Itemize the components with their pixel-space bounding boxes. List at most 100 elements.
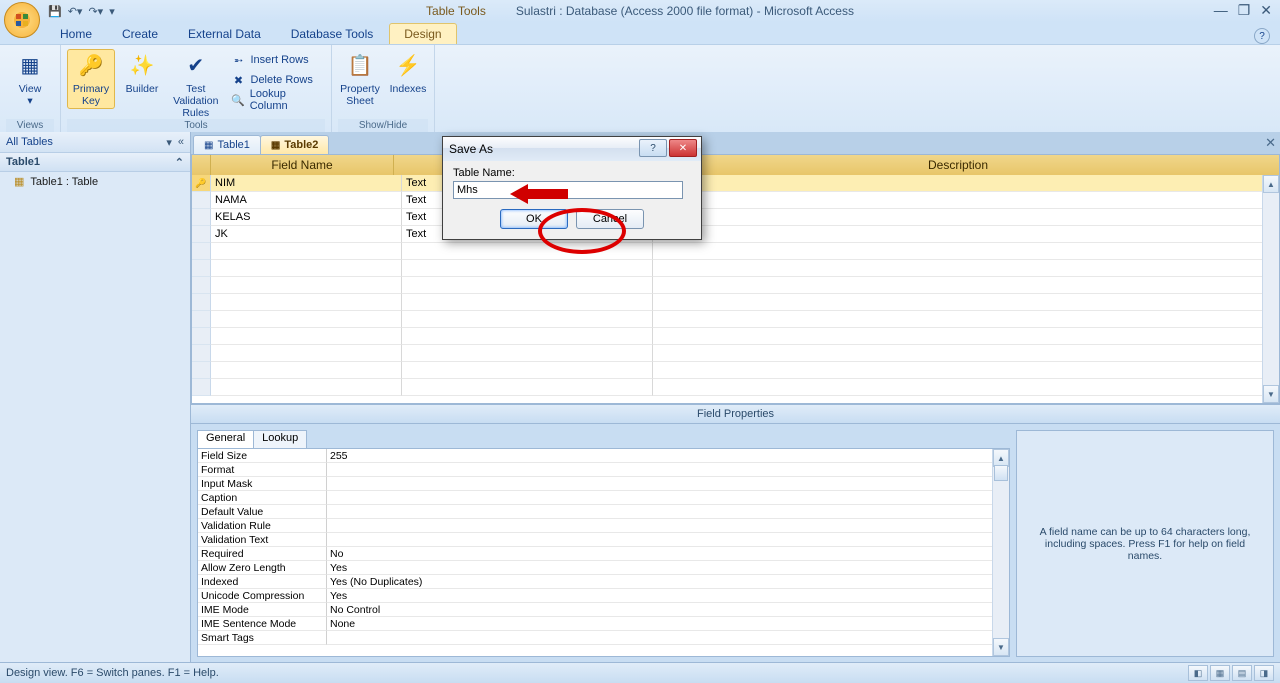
save-icon[interactable]: 💾 [48, 5, 62, 18]
pivotchart-view-icon[interactable]: ◨ [1254, 665, 1274, 681]
property-value[interactable] [327, 463, 1009, 477]
row-selector[interactable] [192, 192, 211, 209]
data-type-cell[interactable] [402, 328, 653, 345]
property-row[interactable]: IME ModeNo Control [198, 603, 1009, 617]
row-selector[interactable] [192, 345, 211, 362]
datasheet-view-icon[interactable]: ▦ [1210, 665, 1230, 681]
property-row[interactable]: IndexedYes (No Duplicates) [198, 575, 1009, 589]
description-cell[interactable] [653, 226, 1279, 243]
property-row[interactable]: Validation Rule [198, 519, 1009, 533]
tab-design[interactable]: Design [389, 23, 456, 44]
dialog-close-button[interactable]: ✕ [669, 139, 697, 157]
vertical-scrollbar[interactable]: ▲ ▼ [1262, 175, 1279, 403]
description-cell[interactable] [653, 277, 1279, 294]
property-value[interactable]: Yes (No Duplicates) [327, 575, 1009, 589]
data-type-cell[interactable] [402, 311, 653, 328]
nav-item-table1[interactable]: ▦ Table1 : Table [0, 172, 190, 191]
chevron-down-icon[interactable]: ▾ [166, 136, 172, 149]
collapse-icon[interactable]: « [178, 136, 184, 148]
property-value[interactable]: None [327, 617, 1009, 631]
lookup-column-button[interactable]: 🔍Lookup Column [229, 91, 326, 109]
design-rows[interactable]: 🔑NIMTextNAMATextKELASTextJKText ▲ ▼ [192, 175, 1279, 403]
description-cell[interactable] [653, 260, 1279, 277]
field-row[interactable]: 🔑NIMText [192, 175, 1279, 192]
field-name-cell[interactable] [211, 328, 402, 345]
field-row[interactable] [192, 260, 1279, 277]
scroll-down-icon[interactable]: ▼ [993, 638, 1009, 656]
row-selector[interactable] [192, 328, 211, 345]
property-value[interactable]: No [327, 547, 1009, 561]
pivottable-view-icon[interactable]: ▤ [1232, 665, 1252, 681]
insert-rows-button[interactable]: ➵Insert Rows [229, 51, 326, 69]
col-description[interactable]: Description [637, 155, 1279, 175]
description-cell[interactable] [653, 175, 1279, 192]
property-value[interactable] [327, 477, 1009, 491]
data-type-cell[interactable] [402, 379, 653, 396]
vertical-scrollbar[interactable]: ▲ ▼ [992, 449, 1009, 656]
help-icon[interactable]: ? [1254, 28, 1270, 44]
field-row[interactable] [192, 277, 1279, 294]
property-row[interactable]: Unicode CompressionYes [198, 589, 1009, 603]
row-selector[interactable]: 🔑 [192, 175, 211, 192]
row-selector[interactable] [192, 277, 211, 294]
design-view-icon[interactable]: ◧ [1188, 665, 1208, 681]
description-cell[interactable] [653, 311, 1279, 328]
table-name-input[interactable] [453, 181, 683, 199]
property-value[interactable]: 255 [327, 449, 1009, 463]
tab-database-tools[interactable]: Database Tools [277, 24, 388, 44]
row-selector[interactable] [192, 294, 211, 311]
data-type-cell[interactable] [402, 362, 653, 379]
property-value[interactable] [327, 491, 1009, 505]
property-row[interactable]: Default Value [198, 505, 1009, 519]
row-selector[interactable] [192, 226, 211, 243]
cancel-button[interactable]: Cancel [576, 209, 644, 229]
dialog-titlebar[interactable]: Save As ? ✕ [443, 137, 701, 161]
field-row[interactable] [192, 243, 1279, 260]
doc-tab-table1[interactable]: ▦Table1 [193, 135, 261, 154]
scroll-down-icon[interactable]: ▼ [1263, 385, 1279, 403]
property-row[interactable]: Input Mask [198, 477, 1009, 491]
property-value[interactable]: Yes [327, 561, 1009, 575]
builder-button[interactable]: ✨ Builder [121, 49, 163, 95]
test-validation-button[interactable]: ✔ Test Validation Rules [169, 49, 222, 119]
undo-icon[interactable]: ↶▾ [68, 5, 83, 18]
field-name-cell[interactable] [211, 243, 402, 260]
indexes-button[interactable]: ⚡ Indexes [388, 49, 428, 95]
field-name-cell[interactable] [211, 294, 402, 311]
dialog-help-button[interactable]: ? [639, 139, 667, 157]
close-button[interactable]: ✕ [1260, 2, 1272, 19]
row-selector[interactable] [192, 243, 211, 260]
field-name-cell[interactable]: NAMA [211, 192, 402, 209]
field-row[interactable] [192, 294, 1279, 311]
field-row[interactable]: KELASText [192, 209, 1279, 226]
row-selector[interactable] [192, 209, 211, 226]
field-name-cell[interactable] [211, 379, 402, 396]
data-type-cell[interactable] [402, 345, 653, 362]
field-row[interactable] [192, 379, 1279, 396]
fp-tab-lookup[interactable]: Lookup [253, 430, 307, 448]
description-cell[interactable] [653, 362, 1279, 379]
doc-tab-table2[interactable]: ▦Table2 [260, 135, 329, 154]
property-value[interactable]: Yes [327, 589, 1009, 603]
field-name-cell[interactable]: JK [211, 226, 402, 243]
property-value[interactable] [327, 505, 1009, 519]
description-cell[interactable] [653, 243, 1279, 260]
property-row[interactable]: Format [198, 463, 1009, 477]
row-selector[interactable] [192, 311, 211, 328]
field-name-cell[interactable]: KELAS [211, 209, 402, 226]
nav-header[interactable]: All Tables ▾ « [0, 132, 190, 153]
row-selector[interactable] [192, 379, 211, 396]
redo-icon[interactable]: ↷▾ [88, 5, 103, 18]
property-row[interactable]: IME Sentence ModeNone [198, 617, 1009, 631]
scroll-up-icon[interactable]: ▲ [1263, 175, 1279, 193]
field-name-cell[interactable]: NIM [211, 175, 402, 192]
ok-button[interactable]: OK [500, 209, 568, 229]
description-cell[interactable] [653, 209, 1279, 226]
delete-rows-button[interactable]: ✖Delete Rows [229, 71, 326, 89]
description-cell[interactable] [653, 345, 1279, 362]
description-cell[interactable] [653, 328, 1279, 345]
tab-external-data[interactable]: External Data [174, 24, 275, 44]
description-cell[interactable] [653, 192, 1279, 209]
field-row[interactable]: NAMAText [192, 192, 1279, 209]
property-value[interactable] [327, 519, 1009, 533]
